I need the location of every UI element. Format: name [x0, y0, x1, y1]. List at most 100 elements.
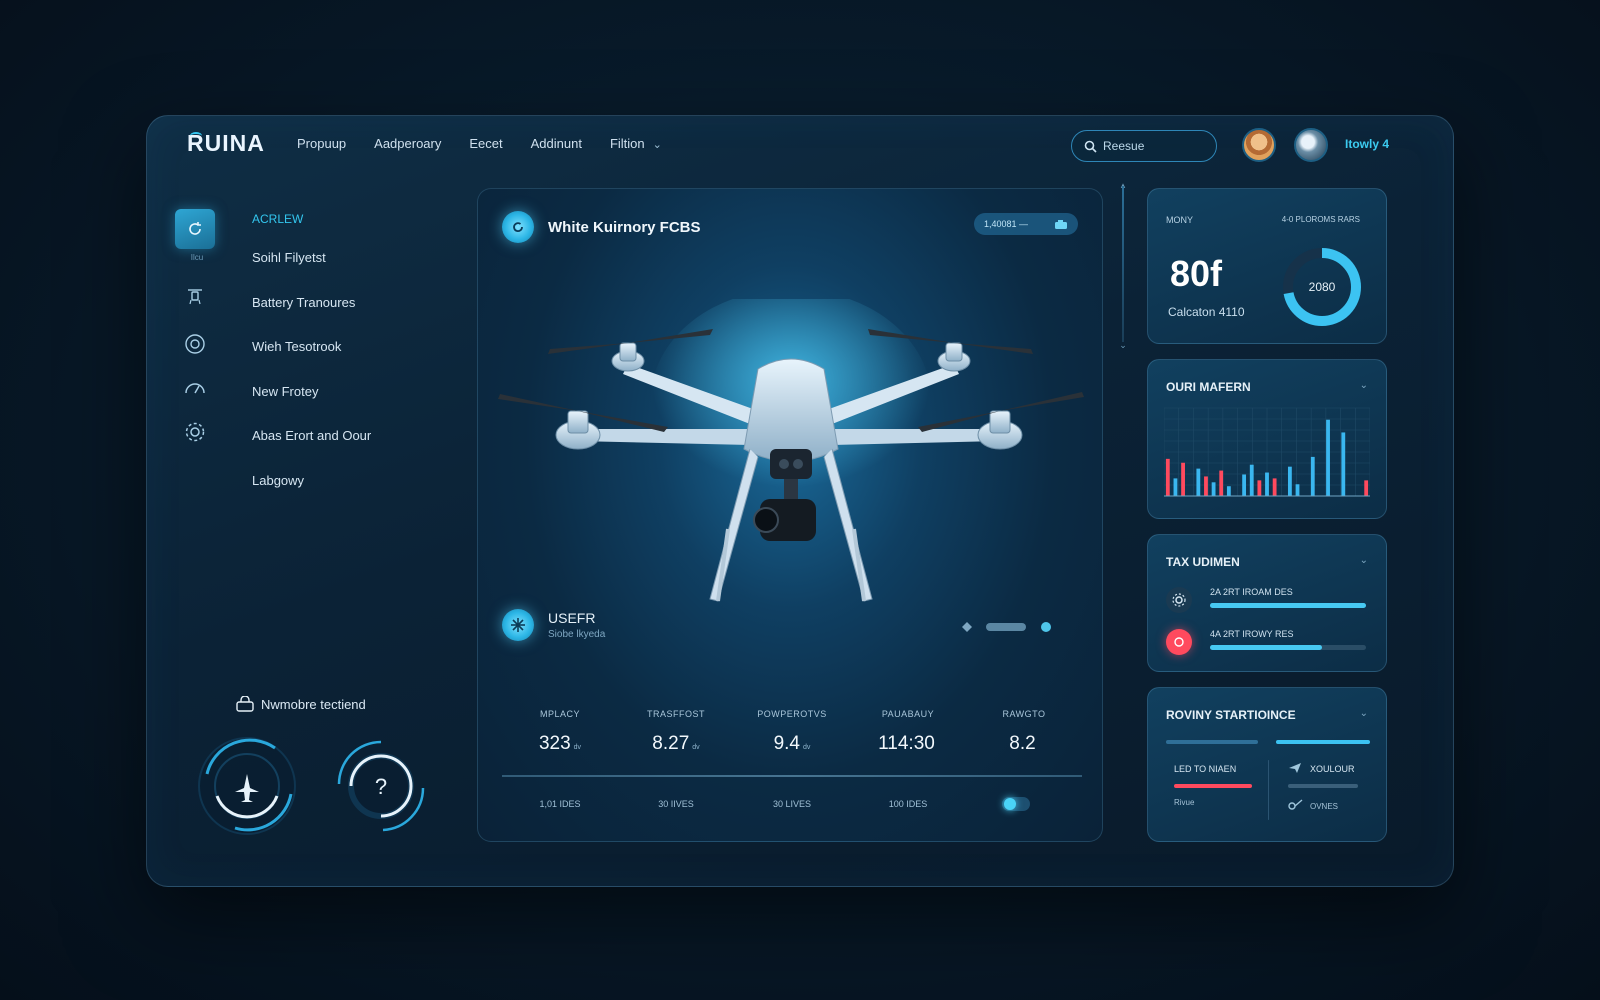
nav-item-5-label: Filtion [609, 136, 645, 151]
mini-slider[interactable] [986, 623, 1026, 631]
sidebar-icon-settings[interactable] [175, 412, 215, 452]
scroll-down-icon[interactable]: ⌄ [1117, 340, 1129, 351]
sidebar-item-5[interactable]: Abas Erort and Oour [252, 428, 371, 473]
station-right-label-2: OVNES [1310, 802, 1339, 811]
sidebar-icon-drone[interactable] [175, 276, 215, 316]
chart-bar [1310, 456, 1315, 496]
chart-bar [1219, 470, 1224, 496]
sidebar-item-1[interactable]: Soihl Filyetst [252, 250, 371, 295]
station-right-label-1: XOULOUR [1310, 764, 1355, 774]
nav-item-2[interactable]: Aadperoary [374, 136, 441, 151]
task-card-title: TAX UDIMEN [1166, 555, 1240, 569]
sidebar-icon-gauge[interactable] [175, 368, 215, 408]
toggle-switch[interactable] [1002, 797, 1030, 811]
drone-icon [188, 289, 202, 305]
task-progress-fill [1210, 645, 1323, 650]
avatar[interactable] [1242, 128, 1276, 162]
task-row[interactable]: 2A 2RT IROAM DES [1166, 587, 1372, 617]
alert-icon [1166, 629, 1192, 655]
stats-divider [502, 775, 1082, 777]
nav-item-4[interactable]: Addinunt [531, 136, 582, 151]
substat-item: 100 IDES [888, 799, 928, 809]
chart-bar [1341, 432, 1346, 496]
substat-item: 1,01 IDES [539, 799, 581, 809]
drone-illustration [498, 299, 1084, 602]
nav-item-1[interactable]: Propuup [297, 136, 346, 151]
stat-label: POWPEROTVS [757, 709, 827, 719]
overview-left-label: MONY [1166, 215, 1193, 225]
snowflake-icon[interactable] [502, 609, 534, 641]
chevron-down-icon[interactable]: ⌄ [1360, 555, 1368, 566]
status-pill[interactable]: 1,40081 — [974, 213, 1078, 235]
stat-value: 9.4 dv [773, 733, 811, 754]
app-logo[interactable]: RUINA [187, 130, 265, 157]
substat-item: 30 LIVES [772, 799, 812, 809]
diamond-icon[interactable] [962, 622, 972, 632]
settings-icon [1166, 587, 1192, 613]
bar-chart [1164, 407, 1370, 497]
stations-card: ROVINY STARTIOINCE ⌄ LED TO NIAEN Rivue … [1147, 687, 1387, 842]
pilot-name: USEFR [548, 610, 596, 626]
station-left-progress [1174, 784, 1252, 788]
stat-label: TRASFFOST [647, 709, 705, 719]
station-left-label: LED TO NIAEN [1174, 764, 1237, 774]
overview-right-label: 4-0 PLOROMS RARS [1281, 215, 1360, 224]
panel-badge-icon[interactable] [502, 211, 534, 243]
vertical-scrollbar[interactable] [1122, 186, 1124, 342]
target-icon [185, 334, 205, 354]
nav-item-3[interactable]: Eecet [469, 136, 502, 151]
sidebar-icon-refresh[interactable] [175, 209, 215, 249]
sidebar-menu: ACRLEW Soihl Filyetst Battery Tranoures … [252, 212, 371, 517]
gauge-right[interactable]: ? [329, 734, 433, 838]
chart-bar [1242, 474, 1247, 496]
chart-bar [1287, 466, 1292, 496]
stat-value: 8.2 [1009, 733, 1036, 754]
gauge-icon [185, 383, 205, 394]
stat-value: 323 dv [538, 733, 582, 754]
camera-icon [1055, 219, 1067, 229]
chart-bar [1364, 480, 1369, 496]
chart-bar [1265, 472, 1269, 496]
donut-label: 2080 [1309, 280, 1336, 294]
panel-controls [962, 621, 1052, 633]
user-label[interactable]: Itowly 4 [1345, 137, 1389, 151]
sidebar-item-6[interactable]: Labgowy [252, 473, 371, 518]
sidebar-item-4[interactable]: New Frotey [252, 384, 371, 429]
gauges-title-label: Nwmobre tectiend [261, 696, 366, 712]
stat-value: 8.27 dv [652, 733, 700, 754]
main-nav: Propuup Aadperoary Eecet Addinunt Filtio… [297, 136, 662, 151]
chart-bar [1295, 484, 1300, 496]
sidebar-icon-caption: Ilcu [190, 253, 204, 262]
gauge-left[interactable] [195, 734, 299, 838]
search-input[interactable]: Reesue [1071, 130, 1217, 162]
chart-bar [1211, 482, 1216, 496]
pilot-subtitle: Siobe lkyeda [548, 629, 606, 640]
help-icon: ? [375, 774, 387, 799]
chart-bar [1196, 468, 1201, 496]
chart-bar [1226, 486, 1231, 496]
chart-bar [1326, 419, 1330, 496]
overview-value: 80f [1170, 253, 1223, 294]
sidebar-item-2[interactable]: Battery Tranoures [252, 295, 371, 340]
stat-label: RAWGTO [1002, 709, 1046, 719]
globe-avatar[interactable] [1294, 128, 1328, 162]
chart-bar [1173, 478, 1178, 496]
chevron-down-icon[interactable]: ⌄ [1360, 708, 1368, 719]
route-icon [1288, 799, 1303, 810]
task-row[interactable]: 4A 2RT IROWY RES [1166, 629, 1372, 659]
nav-item-5[interactable]: Filtion ⌄ [610, 136, 662, 151]
stat-item: POWPEROTVS 9.4 dv [734, 709, 850, 755]
stat-label: PAUABAUY [881, 709, 935, 719]
search-icon [1084, 140, 1097, 153]
sidebar-item-3[interactable]: Wieh Tesotrook [252, 339, 371, 384]
info-icon[interactable] [1040, 621, 1052, 633]
lock-icon [236, 696, 254, 712]
sidebar-icons: Ilcu [175, 209, 219, 456]
task-progress-track [1210, 645, 1366, 650]
main-panel-header: White Kuirnory FCBS [502, 211, 701, 243]
task-text: 2A 2RT IROAM DES [1210, 587, 1293, 597]
sidebar-icon-target[interactable] [175, 324, 215, 364]
chevron-down-icon[interactable]: ⌄ [1360, 380, 1368, 391]
overview-card: MONY 4-0 PLOROMS RARS 80f Calcaton 4110 … [1147, 188, 1387, 344]
sub-stats: 1,01 IDES 30 IIVES 30 LIVES 100 IDES [502, 799, 1082, 809]
